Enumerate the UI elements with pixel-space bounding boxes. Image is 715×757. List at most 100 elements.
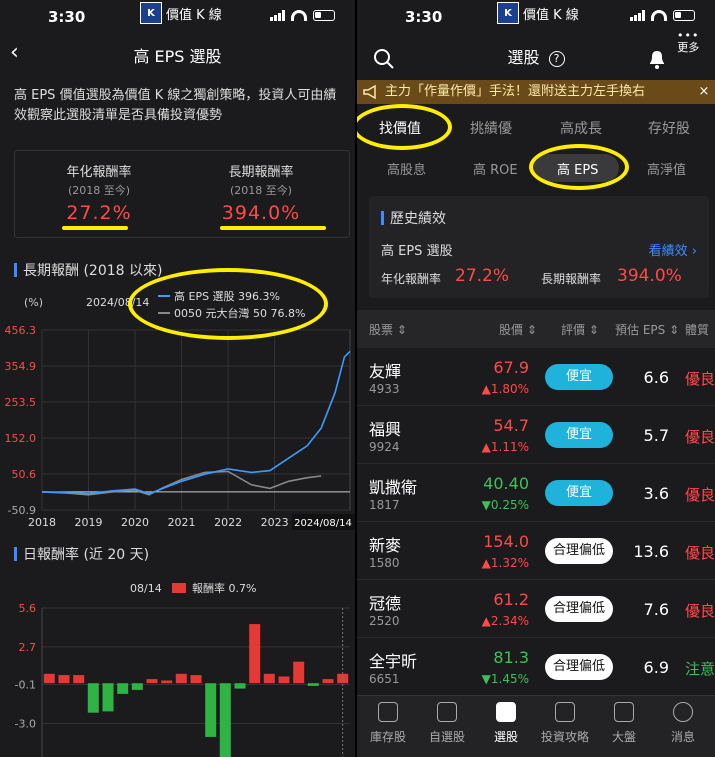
tab-save-stocks[interactable]: 存好股 bbox=[648, 118, 690, 138]
stock-row[interactable]: 凱撒衛 1817 40.40 ▼0.25% 便宜 3.6 優良 bbox=[357, 464, 715, 522]
x-tick-label: 2024/08/14 bbox=[294, 518, 352, 529]
stock-eps: 6.6 bbox=[643, 368, 669, 387]
tab-strategy[interactable]: 投資攻略 bbox=[536, 702, 594, 745]
stock-name: 全宇昕 bbox=[369, 652, 418, 671]
y-tick-label: -3.0 bbox=[15, 717, 36, 730]
bar bbox=[190, 675, 202, 684]
rating-badge: 合理偏低 bbox=[545, 596, 613, 622]
stock-name: 凱撒衛 bbox=[369, 478, 418, 497]
tab-screener-label: 選股 bbox=[493, 730, 518, 744]
bag-icon bbox=[378, 702, 398, 722]
tab-holdings-label: 庫存股 bbox=[369, 730, 406, 744]
tab-news-label: 消息 bbox=[670, 730, 695, 744]
tab-market[interactable]: 大盤 bbox=[595, 702, 653, 745]
status-bar: 3:30 K 價值 K 線 bbox=[357, 0, 715, 34]
header-eps[interactable]: 預估 EPS ⇕ bbox=[615, 321, 679, 338]
stock-price: 54.7 bbox=[493, 416, 529, 435]
page-title: 高 EPS 選股 bbox=[133, 47, 222, 66]
returns-card: 年化報酬率 (2018 至今) 27.2% 長期報酬率 (2018 至今) 39… bbox=[14, 150, 350, 238]
chart-date: 08/14 bbox=[130, 582, 162, 595]
stock-change: ▲1.11% bbox=[481, 440, 529, 454]
x-tick-label: 2019 bbox=[75, 516, 103, 529]
x-tick-label: 2018 bbox=[28, 516, 56, 529]
perf-annual-label: 年化報酬率 bbox=[381, 272, 442, 286]
bar bbox=[58, 675, 70, 684]
stock-quality: 優良 bbox=[685, 428, 715, 446]
stock-row[interactable]: 福興 9924 54.7 ▲1.11% 便宜 5.7 優良 bbox=[357, 406, 715, 464]
status-icons bbox=[270, 10, 335, 21]
bar bbox=[219, 683, 231, 757]
stock-code: 2520 bbox=[369, 614, 400, 628]
close-icon[interactable]: × bbox=[693, 80, 715, 104]
annual-return-value: 27.2% bbox=[66, 202, 132, 224]
bar bbox=[87, 683, 99, 713]
header-stock[interactable]: 股票 ⇕ bbox=[369, 321, 407, 338]
legend-label: 報酬率 0.7% bbox=[192, 581, 256, 595]
tab-high-net-value[interactable]: 高淨值 bbox=[647, 159, 686, 178]
long-return-value: 394.0% bbox=[221, 202, 301, 224]
search-icon[interactable] bbox=[373, 48, 395, 70]
stock-price: 67.9 bbox=[493, 358, 529, 377]
x-tick-label: 2022 bbox=[214, 516, 242, 529]
tab-high-dividend[interactable]: 高股息 bbox=[387, 159, 426, 178]
long-return-label: 長期報酬率 bbox=[228, 165, 294, 180]
tab-holdings[interactable]: 庫存股 bbox=[359, 702, 417, 745]
stock-quality: 注意 bbox=[685, 660, 715, 678]
bar bbox=[263, 673, 275, 684]
stock-quality: 優良 bbox=[685, 602, 715, 620]
long-chart-section-title: 長期報酬 (2018 以來) bbox=[14, 260, 162, 280]
left-screen: 3:30 K 價值 K 線 ‹ 高 EPS 選股 高 EPS 價值選股為價值 K… bbox=[0, 0, 355, 757]
tab-high-roe[interactable]: 高 ROE bbox=[473, 159, 518, 178]
tab-news[interactable]: 消息 bbox=[654, 702, 712, 745]
view-performance-link[interactable]: 看績效 › bbox=[649, 240, 697, 259]
more-menu[interactable]: ••• 更多 bbox=[677, 30, 699, 54]
bell-icon[interactable] bbox=[647, 48, 667, 70]
stock-row[interactable]: 全宇昕 6651 81.3 ▼1.45% 合理偏低 6.9 注意 bbox=[357, 638, 715, 696]
right-screen: 3:30 K 價值 K 線 選股 ? ••• 更多 主力「作量作價」手法！還附送… bbox=[357, 0, 715, 757]
x-tick-label: 2023 bbox=[261, 516, 289, 529]
stock-eps: 3.6 bbox=[643, 484, 669, 503]
perf-annual-value: 27.2% bbox=[455, 266, 510, 286]
promo-banner[interactable]: 主力「作量作價」手法！還附送主力左手換右 × bbox=[357, 80, 715, 104]
strategy-description: 高 EPS 價值選股為價值 K 線之獨創策略，投資人可由績效觀察此選股清單是否具… bbox=[14, 88, 337, 123]
app-logo-icon: K bbox=[497, 2, 519, 24]
table-header: 股票 ⇕ 股價 ⇕ 評價 ⇕ 預估 EPS ⇕ 體質 bbox=[357, 310, 715, 348]
highlight-ellipse bbox=[529, 144, 629, 190]
y-tick-label: 152.0 bbox=[5, 432, 37, 445]
app-logo-icon: K bbox=[140, 2, 162, 24]
stock-price: 61.2 bbox=[493, 590, 529, 609]
tab-high-growth[interactable]: 高成長 bbox=[560, 118, 602, 138]
database-icon bbox=[496, 702, 516, 722]
stock-row[interactable]: 新麥 1580 154.0 ▲1.32% 合理偏低 13.6 優良 bbox=[357, 522, 715, 580]
annual-return-metric: 年化報酬率 (2018 至今) 27.2% bbox=[19, 161, 179, 224]
back-chevron-icon[interactable]: ‹ bbox=[10, 40, 19, 65]
x-tick-label: 2020 bbox=[121, 516, 149, 529]
stock-name: 新麥 bbox=[369, 536, 402, 555]
stock-change: ▲1.32% bbox=[481, 556, 529, 570]
bar bbox=[73, 675, 85, 684]
stock-change: ▼1.45% bbox=[481, 672, 529, 686]
status-app: K 價值 K 線 bbox=[497, 2, 579, 24]
long-chart-title: 長期報酬 (2018 以來) bbox=[23, 263, 163, 279]
stock-change: ▲1.80% bbox=[481, 382, 529, 396]
tab-watchlist[interactable]: 自選股 bbox=[418, 702, 476, 745]
header-price[interactable]: 股價 ⇕ bbox=[499, 321, 537, 338]
y-tick-label: 50.6 bbox=[12, 468, 37, 481]
banner-text: 主力「作量作價」手法！還附送主力左手換右 bbox=[385, 84, 646, 99]
tab-pick-quality[interactable]: 挑績優 bbox=[470, 118, 512, 138]
bar bbox=[234, 683, 246, 689]
nav-bar: ‹ 高 EPS 選股 bbox=[0, 34, 355, 76]
header-quality[interactable]: 體質 bbox=[685, 321, 709, 338]
bar bbox=[117, 683, 129, 694]
rating-badge: 合理偏低 bbox=[545, 538, 613, 564]
stock-row[interactable]: 冠德 2520 61.2 ▲2.34% 合理偏低 7.6 優良 bbox=[357, 580, 715, 638]
stock-change: ▲2.34% bbox=[481, 614, 529, 628]
status-icons bbox=[630, 10, 695, 21]
stock-row[interactable]: 友輝 4933 67.9 ▲1.80% 便宜 6.6 優良 bbox=[357, 348, 715, 406]
nav-bar: 選股 ? ••• 更多 bbox=[357, 30, 715, 78]
tab-screener[interactable]: 選股 bbox=[477, 702, 535, 745]
bar bbox=[249, 624, 261, 684]
header-rating[interactable]: 評價 ⇕ bbox=[561, 321, 599, 338]
long-return-metric: 長期報酬率 (2018 至今) 394.0% bbox=[181, 161, 341, 224]
help-icon[interactable]: ? bbox=[548, 50, 565, 67]
